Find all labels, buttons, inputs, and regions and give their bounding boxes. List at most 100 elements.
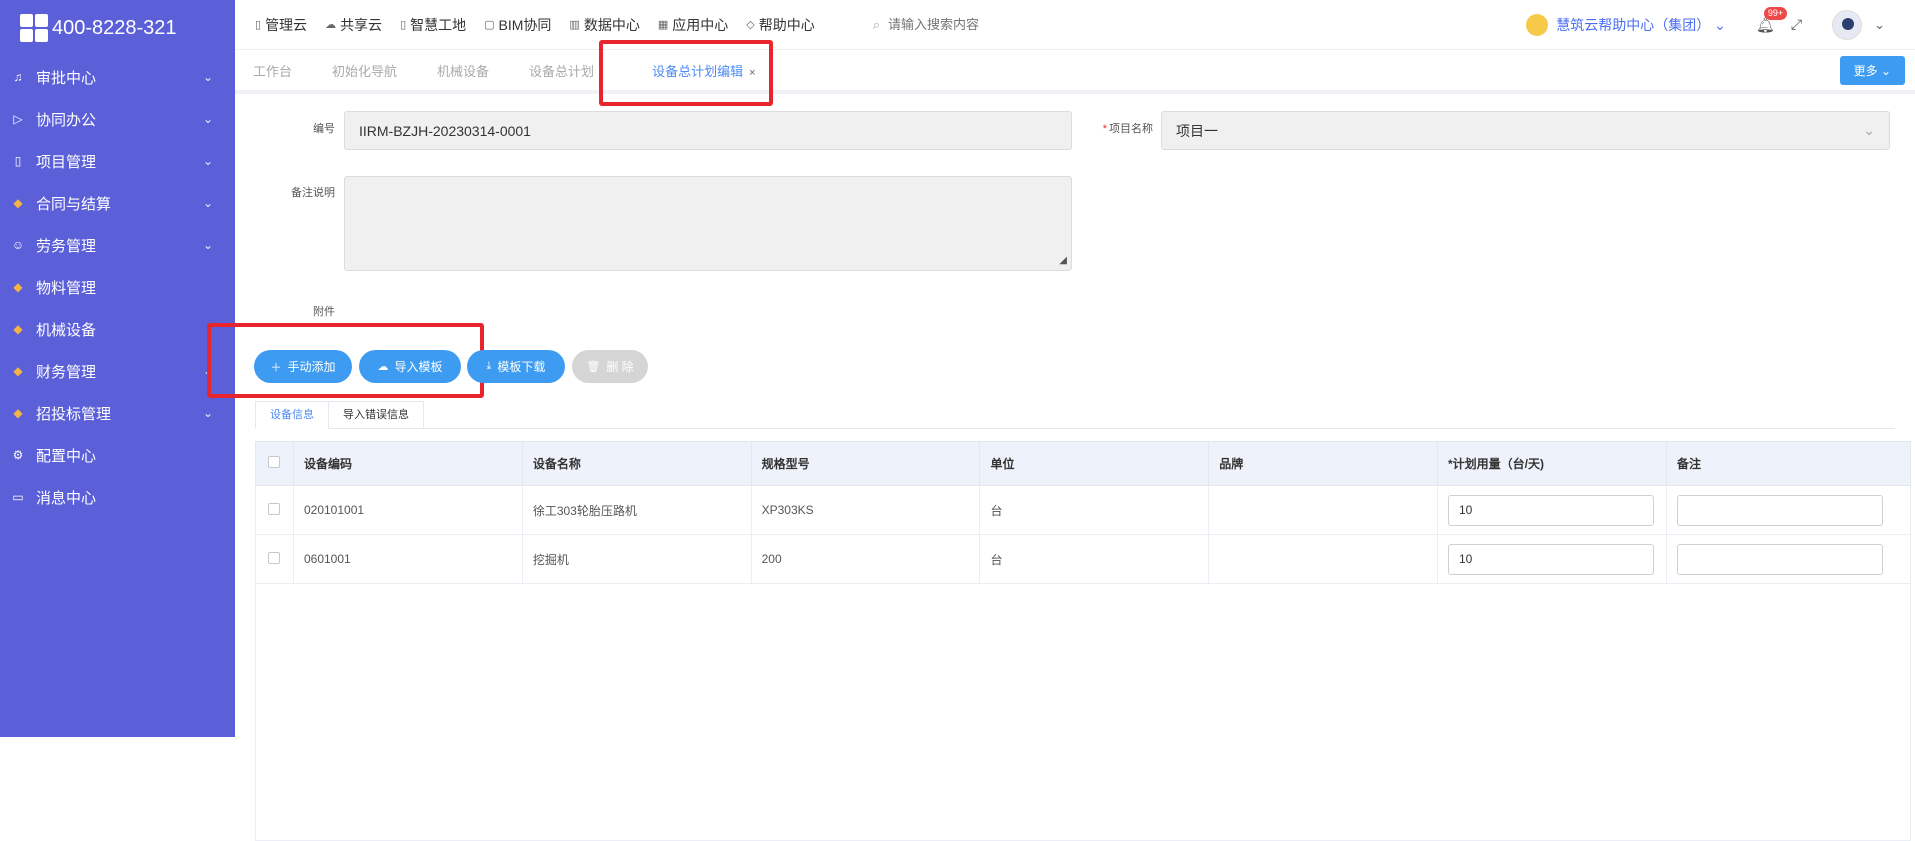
cell-remark bbox=[1666, 486, 1910, 535]
more-button[interactable]: 更多 ⌄ bbox=[1840, 56, 1905, 85]
subtab-equipment-info[interactable]: 设备信息 bbox=[255, 401, 329, 429]
sidebar-item-3[interactable]: ◆合同与结算⌄ bbox=[0, 182, 235, 224]
menu-icon: ▦ bbox=[658, 18, 668, 31]
sidebar-item-6[interactable]: ◆机械设备 bbox=[0, 308, 235, 350]
sidebar-item-1[interactable]: ▷协同办公⌄ bbox=[0, 98, 235, 140]
plan-qty-input[interactable] bbox=[1448, 495, 1654, 526]
sidebar-item-4[interactable]: ☺劳务管理⌄ bbox=[0, 224, 235, 266]
top-menu-item-6[interactable]: ◇帮助中心 bbox=[746, 15, 814, 35]
chevron-down-icon: ⌄ bbox=[203, 406, 213, 420]
subtab-import-errors[interactable]: 导入错误信息 bbox=[329, 401, 424, 428]
top-menu-label: BIM协同 bbox=[499, 15, 552, 35]
sidebar-item-0[interactable]: ♫审批中心⌄ bbox=[0, 56, 235, 98]
col-remark: 备注 bbox=[1666, 442, 1910, 486]
remark-input[interactable] bbox=[1677, 544, 1883, 575]
top-menu-item-3[interactable]: ▢ BIM协同 bbox=[484, 15, 551, 35]
book-icon: ▯ bbox=[10, 154, 26, 168]
top-menu-item-1[interactable]: ☁ 共享云 bbox=[325, 15, 382, 35]
menu-icon: ▢ bbox=[484, 18, 494, 31]
top-menu-label: 共享云 bbox=[340, 15, 382, 35]
col-plan-qty: *计划用量（台/天) bbox=[1438, 442, 1667, 486]
tab-equipment-plan-edit[interactable]: 设备总计划编辑× bbox=[652, 61, 755, 80]
cell-model: XP303KS bbox=[751, 486, 980, 535]
col-name: 设备名称 bbox=[522, 442, 751, 486]
tab-workbench[interactable]: 工作台 bbox=[253, 61, 292, 80]
sidebar-item-5[interactable]: ◆物料管理 bbox=[0, 266, 235, 308]
resize-handle-icon[interactable]: ◢ bbox=[1059, 255, 1067, 266]
remark-textarea[interactable]: ◢ bbox=[344, 176, 1072, 271]
gem-icon: ◆ bbox=[10, 196, 26, 210]
top-menu-item-2[interactable]: ▯智慧工地 bbox=[400, 15, 466, 35]
sidebar-item-label: 合同与结算 bbox=[36, 193, 203, 214]
gem-icon: ◆ bbox=[10, 322, 26, 336]
user-icon: ☺ bbox=[10, 238, 26, 252]
row-select-cell bbox=[256, 486, 294, 535]
download-icon: ⤓ bbox=[487, 360, 492, 373]
top-menu-item-0[interactable]: ▯管理云 bbox=[255, 15, 307, 35]
gem-icon: ◆ bbox=[10, 280, 26, 294]
sidebar-item-label: 配置中心 bbox=[36, 445, 213, 466]
remark-label: 备注说明 bbox=[285, 184, 335, 200]
gem-icon: ◆ bbox=[10, 364, 26, 378]
tab-init-nav[interactable]: 初始化导航 bbox=[332, 61, 397, 80]
top-menu-label: 数据中心 bbox=[584, 15, 640, 35]
sidebar-item-8[interactable]: ◆招投标管理⌄ bbox=[0, 392, 235, 434]
cell-model: 200 bbox=[751, 535, 980, 584]
col-code: 设备编码 bbox=[293, 442, 522, 486]
import-template-button[interactable]: ☁导入模板 bbox=[359, 350, 461, 383]
remark-input[interactable] bbox=[1677, 495, 1883, 526]
cell-unit: 台 bbox=[980, 486, 1209, 535]
row-checkbox[interactable] bbox=[268, 552, 280, 564]
sidebar-item-label: 劳务管理 bbox=[36, 235, 203, 256]
sidebar-item-label: 审批中心 bbox=[36, 67, 203, 88]
attachment-label: 附件 bbox=[295, 303, 335, 319]
project-select[interactable]: 项目一⌄ bbox=[1161, 111, 1890, 150]
table-row: 0601001 挖掘机 200 台 bbox=[256, 535, 1911, 584]
table-header-row: 设备编码 设备名称 规格型号 单位 品牌 *计划用量（台/天) 备注 bbox=[256, 442, 1911, 486]
sidebar-item-2[interactable]: ▯ 项目管理⌄ bbox=[0, 140, 235, 182]
chevron-down-icon: ⌄ bbox=[203, 364, 213, 378]
fullscreen-icon[interactable]: ⤢ bbox=[1791, 16, 1802, 33]
close-tab-icon[interactable]: × bbox=[749, 67, 755, 79]
notification-bell-icon[interactable]: 🔔︎99+ bbox=[1756, 16, 1775, 34]
chevron-down-icon: ⌄ bbox=[203, 154, 213, 168]
menu-icon: ☁ bbox=[325, 18, 336, 31]
sidebar-item-9[interactable]: ⚙ 配置中心 bbox=[0, 434, 235, 476]
equipment-table: 设备编码 设备名称 规格型号 单位 品牌 *计划用量（台/天) 备注 02010… bbox=[255, 441, 1911, 584]
sidebar-item-10[interactable]: ▭消息中心 bbox=[0, 476, 235, 518]
tab-machinery[interactable]: 机械设备 bbox=[437, 61, 489, 80]
code-field[interactable]: IIRM-BZJH-20230314-0001 bbox=[344, 111, 1072, 150]
top-menu-item-5[interactable]: ▦应用中心 bbox=[658, 15, 728, 35]
cell-brand bbox=[1209, 486, 1438, 535]
sub-tabs: 设备信息 导入错误信息 bbox=[255, 401, 1895, 429]
sidebar: 400-8228-321 ♫审批中心⌄▷协同办公⌄▯项目管理⌄◆合同与结算⌄☺劳… bbox=[0, 0, 235, 737]
plan-qty-input[interactable] bbox=[1448, 544, 1654, 575]
logo-icon bbox=[20, 14, 48, 42]
tab-equipment-plan[interactable]: 设备总计划 bbox=[529, 61, 594, 80]
sidebar-item-7[interactable]: ◆财务管理⌄ bbox=[0, 350, 235, 392]
search-input[interactable] bbox=[888, 17, 1068, 32]
cell-plan-qty bbox=[1438, 486, 1667, 535]
manual-add-button[interactable]: ＋手动添加 bbox=[254, 350, 352, 383]
gear-icon: ⚙ bbox=[10, 448, 26, 462]
top-menu-item-4[interactable]: ▥数据中心 bbox=[569, 15, 639, 35]
select-all-checkbox[interactable] bbox=[268, 456, 280, 468]
sidebar-item-label: 招投标管理 bbox=[36, 403, 203, 424]
download-template-button[interactable]: ⤓模板下载 bbox=[467, 350, 565, 383]
cell-plan-qty bbox=[1438, 535, 1667, 584]
page-tabs: 工作台 初始化导航 机械设备 设备总计划 设备总计划编辑× 更多 ⌄ bbox=[235, 50, 1915, 94]
row-checkbox[interactable] bbox=[268, 503, 280, 515]
sidebar-item-label: 项目管理 bbox=[36, 151, 203, 172]
chevron-down-icon: ⌄ bbox=[1714, 17, 1726, 33]
search-box[interactable]: ⌕ bbox=[873, 17, 1068, 33]
plus-icon: ＋ bbox=[270, 359, 281, 375]
brand[interactable]: 400-8228-321 bbox=[0, 0, 235, 56]
avatar[interactable] bbox=[1832, 10, 1862, 40]
org-switcher[interactable]: 慧筑云帮助中心（集团） ⌄ bbox=[1556, 15, 1726, 35]
send-icon: ▷ bbox=[10, 112, 26, 126]
cell-name: 徐工303轮胎压路机 bbox=[522, 486, 751, 535]
sidebar-item-label: 协同办公 bbox=[36, 109, 203, 130]
chevron-down-icon: ⌄ bbox=[203, 70, 213, 84]
top-menu: ▯管理云 ☁ 共享云 ▯智慧工地 ▢ BIM协同 ▥数据中心 ▦应用中心 ◇帮助中心 bbox=[255, 15, 833, 35]
user-menu-chevron-icon[interactable]: ⌄ bbox=[1874, 17, 1885, 33]
